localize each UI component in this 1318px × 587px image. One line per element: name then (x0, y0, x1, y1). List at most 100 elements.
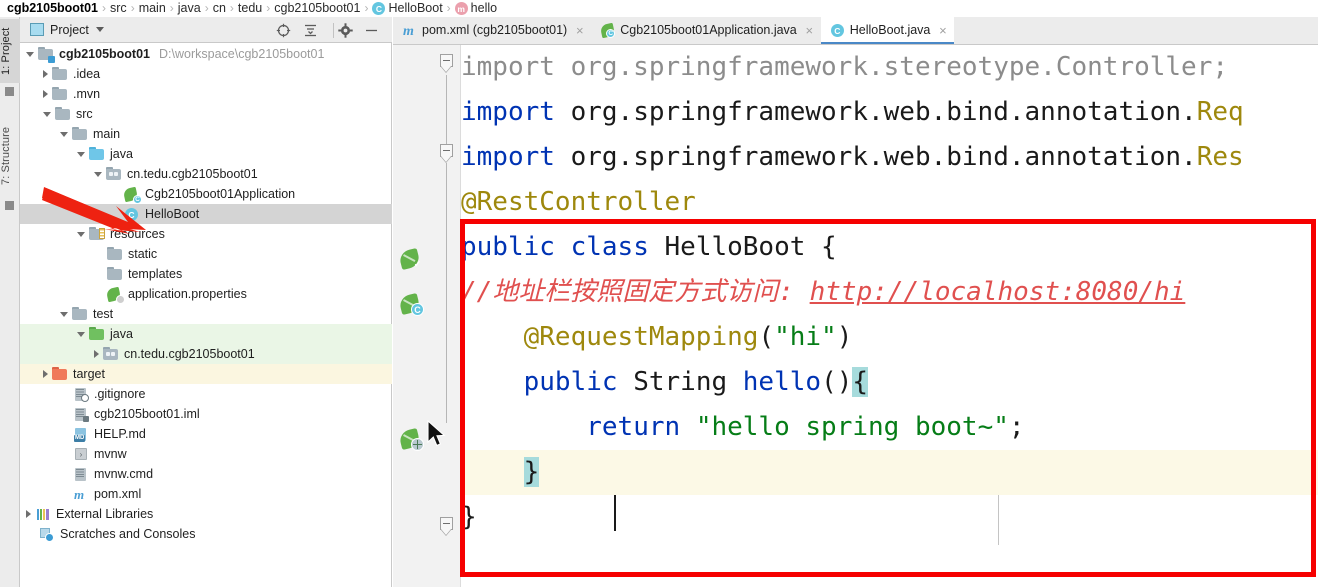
chevron-down-icon[interactable] (60, 311, 68, 317)
tree-row[interactable]: Scratches and Consoles (20, 524, 392, 544)
tree-row[interactable]: java (20, 144, 392, 164)
tool-window-strip-left: 1: Project 7: Structure (0, 17, 20, 587)
fold-marker-icon[interactable] (440, 144, 455, 162)
spring-bean-check-icon[interactable]: ✓ (398, 247, 424, 271)
code-line[interactable]: return "hello spring boot~"; (461, 405, 1318, 450)
chevron-right-icon[interactable] (43, 90, 48, 98)
chevron-down-icon[interactable] (26, 51, 34, 57)
tree-row[interactable]: test (20, 304, 392, 324)
code-line[interactable]: @RestController (461, 180, 1318, 225)
breadcrumb-item-cn[interactable]: cn (210, 0, 229, 17)
project-tree[interactable]: cgb2105boot01 D:\workspace\cgb2105boot01.… (20, 44, 392, 587)
tree-row[interactable]: application.properties (20, 284, 392, 304)
tree-row[interactable]: cn.tedu.cgb2105boot01 (20, 344, 392, 364)
maven-icon: m (74, 487, 85, 502)
chevron-right-icon[interactable] (26, 510, 31, 518)
fold-marker-icon[interactable] (440, 54, 455, 72)
chevron-down-icon[interactable] (43, 111, 51, 117)
chevron-right-icon[interactable] (43, 70, 48, 78)
tree-row[interactable]: java (20, 324, 392, 344)
code-line[interactable]: import org.springframework.web.bind.anno… (461, 90, 1318, 135)
code-token-plain: org.springframework.web.bind.annotation. (554, 142, 1197, 172)
tree-row[interactable]: .idea (20, 64, 392, 84)
tree-row[interactable]: .gitignore (20, 384, 392, 404)
spring-bean-class-icon[interactable]: C (398, 292, 424, 316)
tree-row[interactable]: resources (20, 224, 392, 244)
chevron-right-icon[interactable] (94, 350, 99, 358)
hide-panel-icon[interactable] (362, 21, 381, 40)
breadcrumb-item-class[interactable]: C HelloBoot (369, 0, 445, 17)
editor-tab-application-java[interactable]: C Cgb2105boot01Application.java × (591, 17, 821, 44)
tree-row[interactable]: MD HELP.md (20, 424, 392, 444)
editor-tab-pom-xml[interactable]: m pom.xml (cgb2105boot01) × (393, 17, 592, 44)
locate-icon[interactable] (274, 21, 293, 40)
tree-row[interactable]: › mvnw (20, 444, 392, 464)
tool-button-structure[interactable]: 7: Structure (0, 117, 20, 195)
editor-tab-helloboot-java[interactable]: C HelloBoot.java × (820, 17, 955, 44)
tree-row[interactable]: C HelloBoot (20, 204, 392, 224)
tree-row[interactable]: target (20, 364, 392, 384)
tree-row[interactable]: src (20, 104, 392, 124)
chevron-down-icon[interactable] (77, 151, 85, 157)
chevron-down-icon[interactable] (94, 171, 102, 177)
close-icon[interactable]: × (937, 24, 948, 37)
tree-item-label: cn.tedu.cgb2105boot01 (124, 347, 255, 361)
chevron-right-icon[interactable] (43, 370, 48, 378)
code-line[interactable]: } (461, 450, 1318, 495)
tree-row[interactable]: main (20, 124, 392, 144)
code-content[interactable]: import org.springframework.stereotype.Co… (461, 45, 1318, 587)
close-icon[interactable]: × (574, 24, 585, 37)
tree-row[interactable]: cgb2105boot01.iml (20, 404, 392, 424)
code-token-cmturl: http://localhost:8080/hi (809, 277, 1186, 307)
breadcrumb-item-java[interactable]: java (175, 0, 204, 17)
breadcrumb-item-tedu[interactable]: tedu (235, 0, 265, 17)
project-view-icon (30, 23, 44, 36)
code-line[interactable]: @RequestMapping("hi") (461, 315, 1318, 360)
spring-request-mapping-icon[interactable] (398, 427, 424, 451)
code-line[interactable]: //地址栏按照固定方式访问: http://localhost:8080/hi (461, 270, 1318, 315)
tree-row[interactable]: External Libraries (20, 504, 392, 524)
breadcrumb-item-method[interactable]: m hello (452, 0, 500, 17)
breadcrumb-item-project[interactable]: cgb2105boot01 (4, 0, 101, 17)
indent-guide (998, 495, 999, 545)
tree-row[interactable]: m pom.xml (20, 484, 392, 504)
breadcrumb-item-package[interactable]: cgb2105boot01 (271, 0, 363, 17)
folder-source-icon (89, 146, 105, 162)
tree-row[interactable]: templates (20, 264, 392, 284)
editor-gutter[interactable]: ✓ C (393, 45, 461, 587)
chevron-down-icon[interactable] (95, 27, 104, 32)
breadcrumb-item-src[interactable]: src (107, 0, 130, 17)
tree-row[interactable]: static (20, 244, 392, 264)
tool-button-project[interactable]: 1: Project (0, 19, 20, 83)
gear-icon[interactable] (336, 21, 355, 40)
code-line[interactable]: import org.springframework.stereotype.Co… (461, 45, 1318, 90)
code-line[interactable]: import org.springframework.web.bind.anno… (461, 135, 1318, 180)
chevron-down-icon[interactable] (77, 331, 85, 337)
chevron-down-icon[interactable] (60, 131, 68, 137)
tree-row[interactable]: cgb2105boot01 D:\workspace\cgb2105boot01 (20, 44, 392, 64)
fold-marker-icon[interactable] (440, 517, 455, 535)
tree-row[interactable]: .mvn (20, 84, 392, 104)
tree-row[interactable]: mvnw.cmd (20, 464, 392, 484)
tree-row[interactable]: cn.tedu.cgb2105boot01 (20, 164, 392, 184)
breadcrumb-item-main[interactable]: main (136, 0, 169, 17)
toolbar-divider (333, 23, 334, 38)
spring-class-icon: C (122, 186, 142, 204)
code-line[interactable]: } (461, 495, 1318, 540)
spring-class-icon: C (600, 22, 616, 39)
breadcrumb-label: main (138, 1, 166, 15)
class-icon: C (372, 2, 386, 15)
collapse-all-icon[interactable] (301, 21, 320, 40)
chevron-down-icon[interactable] (77, 231, 85, 237)
code-line[interactable]: public String hello(){ (461, 360, 1318, 405)
tree-row[interactable]: C Cgb2105boot01Application (20, 184, 392, 204)
tree-item-label: cn.tedu.cgb2105boot01 (127, 167, 258, 181)
code-line[interactable]: public class HelloBoot { (461, 225, 1318, 270)
close-icon[interactable]: × (804, 24, 815, 37)
